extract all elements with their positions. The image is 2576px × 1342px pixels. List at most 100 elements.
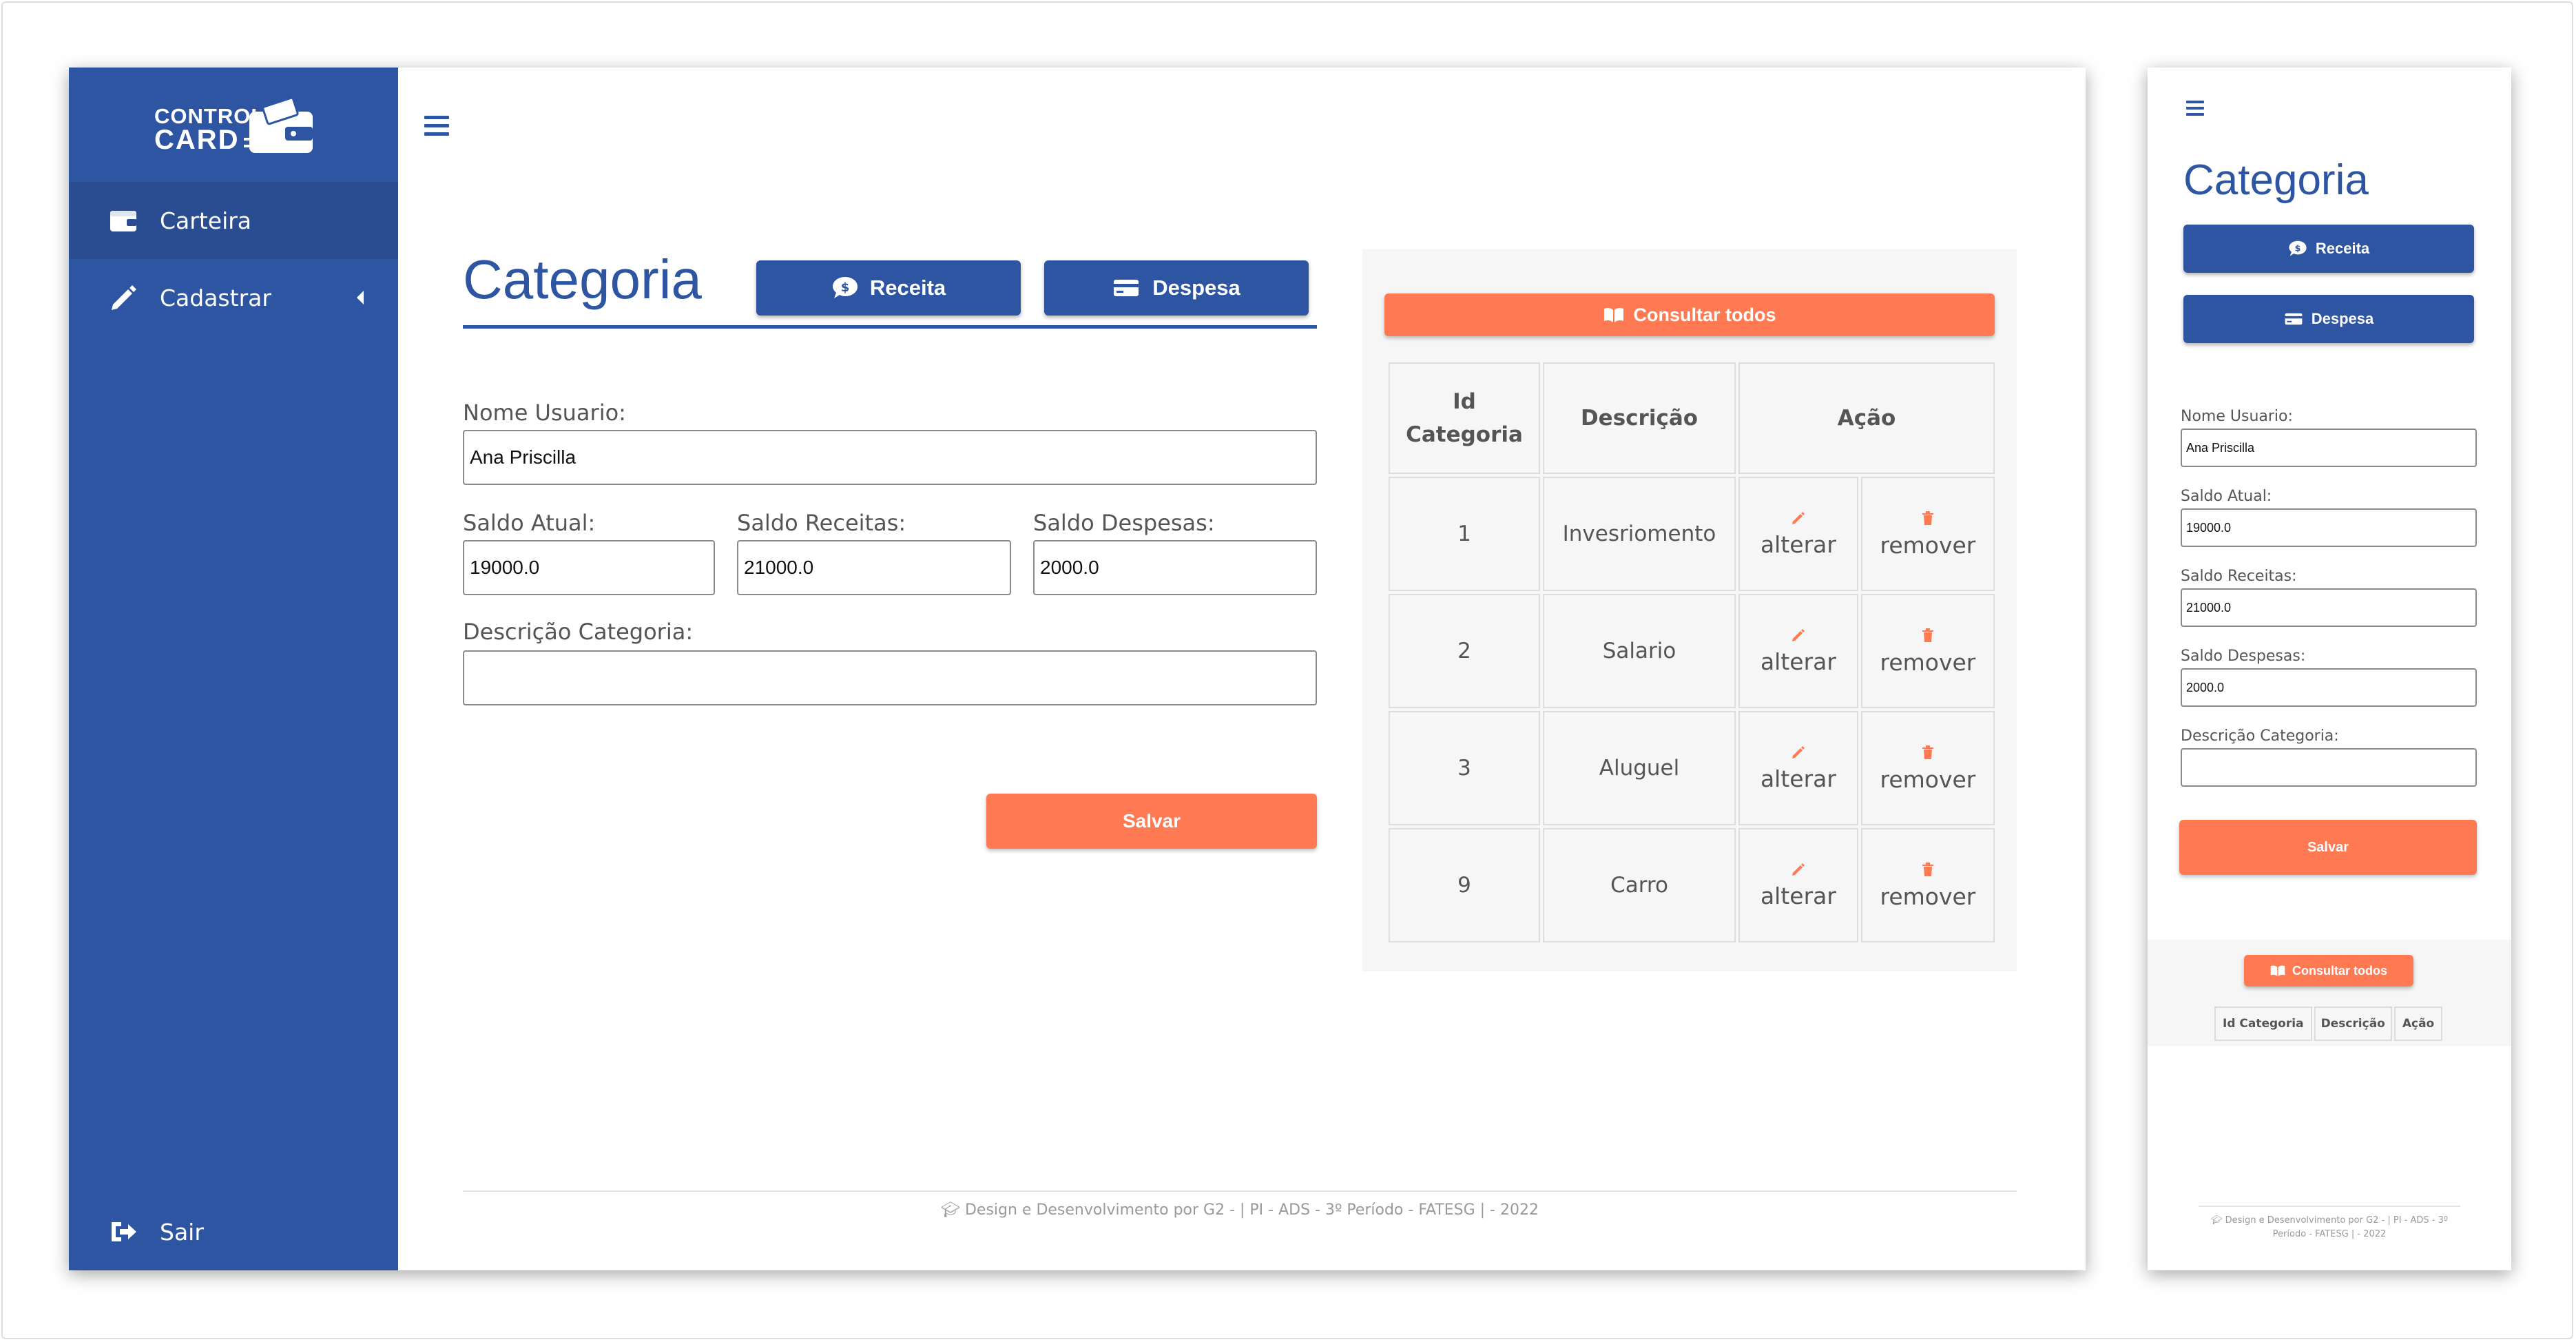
sidebar-item-sair[interactable]: Sair	[69, 1193, 398, 1270]
nome-usuario-label: Nome Usuario:	[463, 400, 626, 426]
pencil-icon	[1791, 511, 1805, 524]
page-title: Categoria	[2183, 156, 2369, 204]
remover-label: remover	[1880, 531, 1976, 559]
nome-usuario-input[interactable]: Ana Priscilla	[463, 430, 1317, 485]
receita-label: Receita	[2315, 240, 2370, 257]
header-id-categoria: Id Categoria	[1389, 362, 1540, 474]
nome-usuario-value: Ana Priscilla	[2186, 440, 2255, 455]
receita-button[interactable]: $ Receita	[2183, 225, 2474, 273]
header-acao: Ação	[2393, 1006, 2443, 1041]
despesa-label: Despesa	[2311, 310, 2374, 327]
sidebar-item-cadastrar[interactable]: Cadastrar	[69, 259, 398, 336]
sidebar-item-label: Cadastrar	[160, 284, 271, 311]
saldo-receitas-value: 21000.0	[744, 557, 814, 578]
trash-icon	[1922, 510, 1933, 525]
trash-icon	[1922, 745, 1933, 759]
cell-id: 9	[1389, 828, 1540, 942]
cell-id: 3	[1389, 711, 1540, 825]
money-bubble-icon: $	[832, 277, 858, 298]
header-id-line1: Id	[1453, 389, 1476, 414]
salvar-button[interactable]: Salvar	[986, 794, 1317, 849]
alterar-label: alterar	[1760, 648, 1836, 675]
remover-button[interactable]: remover	[1860, 594, 1995, 708]
footer-line2: Período - FATESG | - 2022	[2272, 1229, 2387, 1239]
alterar-button[interactable]: alterar	[1738, 594, 1858, 708]
remover-button[interactable]: remover	[1860, 711, 1995, 825]
footer-text: Design e Desenvolvimento por G2 - | PI -…	[964, 1201, 1539, 1219]
consultar-todos-button[interactable]: Consultar todos	[1384, 293, 1995, 336]
remover-button[interactable]: remover	[1860, 477, 1995, 591]
salvar-button[interactable]: Salvar	[2179, 820, 2477, 875]
saldo-despesas-input[interactable]: 2000.0	[1033, 540, 1317, 595]
header-descricao: Descrição	[1543, 362, 1736, 474]
trash-icon	[1922, 862, 1933, 876]
sidebar-item-label: Carteira	[160, 207, 252, 234]
consultar-todos-button[interactable]: Consultar todos	[2244, 955, 2413, 987]
saldo-receitas-label: Saldo Receitas:	[737, 510, 906, 536]
svg-text:$: $	[2294, 243, 2300, 254]
table-row: 1 Invesriomento alterar remover	[1389, 477, 1995, 591]
brand-logo[interactable]: CONTROL CARD	[154, 96, 320, 158]
book-open-icon	[1603, 307, 1623, 322]
wallet-icon	[110, 211, 136, 231]
saldo-atual-input[interactable]: 19000.0	[2181, 508, 2477, 547]
table-header-row: Id Categoria Descrição Ação	[2214, 1006, 2443, 1041]
despesa-button[interactable]: Despesa	[2183, 295, 2474, 343]
descricao-categoria-label: Descrição Categoria:	[463, 619, 694, 645]
descricao-categoria-input[interactable]	[463, 650, 1317, 705]
money-bubble-icon: $	[2289, 240, 2307, 256]
desktop-window: CONTROL CARD Carteira Cadastrar Sair Cat…	[69, 68, 2086, 1270]
saldo-atual-label: Saldo Atual:	[463, 510, 596, 536]
pencil-icon	[1791, 628, 1805, 641]
alterar-button[interactable]: alterar	[1738, 477, 1858, 591]
saldo-despesas-value: 2000.0	[1040, 557, 1099, 578]
footer-divider	[463, 1190, 2017, 1192]
receita-button[interactable]: $ Receita	[756, 260, 1021, 316]
remover-label: remover	[1880, 765, 1976, 793]
cell-descricao: Salario	[1543, 594, 1736, 708]
alterar-button[interactable]: alterar	[1738, 711, 1858, 825]
pencil-icon	[1791, 863, 1805, 876]
saldo-receitas-label: Saldo Receitas:	[2181, 568, 2297, 585]
header-descricao: Descrição	[2314, 1006, 2392, 1041]
alterar-button[interactable]: alterar	[1738, 828, 1858, 942]
table-row: 9 Carro alterar remover	[1389, 828, 1995, 942]
credit-card-icon	[1114, 280, 1139, 296]
categoria-table: Id Categoria Descrição Ação 1 Invesriome…	[1386, 360, 1997, 945]
pencil-icon	[1791, 745, 1805, 758]
despesa-label: Despesa	[1152, 276, 1240, 300]
alterar-label: alterar	[1760, 765, 1836, 792]
remover-button[interactable]: remover	[1860, 828, 1995, 942]
remover-label: remover	[1880, 648, 1976, 676]
table-row: 3 Aluguel alterar remover	[1389, 711, 1995, 825]
alterar-label: alterar	[1760, 530, 1836, 558]
despesa-button[interactable]: Despesa	[1044, 260, 1309, 316]
nome-usuario-input[interactable]: Ana Priscilla	[2181, 429, 2477, 467]
saldo-atual-label: Saldo Atual:	[2181, 488, 2272, 505]
menu-toggle-icon[interactable]	[424, 116, 449, 141]
cell-descricao: Invesriomento	[1543, 477, 1736, 591]
menu-toggle-icon[interactable]	[2186, 101, 2204, 119]
footer: 🎓︎ Design e Desenvolvimento por G2 - | P…	[2189, 1214, 2470, 1241]
saldo-receitas-input[interactable]: 21000.0	[737, 540, 1011, 595]
svg-text:$: $	[841, 280, 850, 295]
book-open-icon	[2270, 965, 2285, 977]
pencil-icon	[112, 285, 136, 310]
table-header-row: Id Categoria Descrição Ação	[1389, 362, 1995, 474]
page-title: Categoria	[463, 249, 702, 310]
saldo-despesas-input[interactable]: 2000.0	[2181, 668, 2477, 707]
table-row: 2 Salario alterar remover	[1389, 594, 1995, 708]
credit-card-icon	[2285, 313, 2303, 325]
saldo-receitas-input[interactable]: 21000.0	[2181, 588, 2477, 627]
cell-descricao: Carro	[1543, 828, 1736, 942]
sidebar-item-carteira[interactable]: Carteira	[69, 182, 398, 259]
alterar-label: alterar	[1760, 882, 1836, 909]
title-underline	[463, 325, 1317, 329]
saldo-atual-input[interactable]: 19000.0	[463, 540, 715, 595]
saldo-receitas-value: 21000.0	[2186, 600, 2232, 615]
mobile-window: Categoria $ Receita Despesa Nome Usuario…	[2148, 68, 2511, 1270]
categoria-table: Id Categoria Descrição Ação	[2212, 1004, 2444, 1043]
saldo-despesas-label: Saldo Despesas:	[2181, 648, 2306, 665]
descricao-categoria-input[interactable]	[2181, 748, 2477, 787]
sign-out-icon	[112, 1222, 136, 1241]
